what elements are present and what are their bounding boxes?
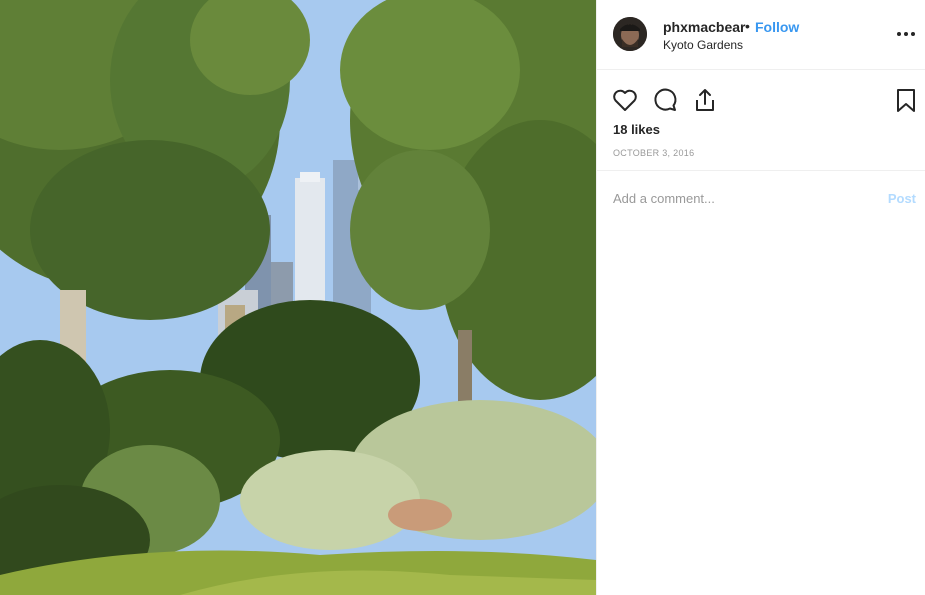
comment-icon[interactable] (651, 86, 679, 114)
username-link[interactable]: phxmacbear (663, 19, 745, 35)
post-details-panel: phxmacbear • Follow Kyoto Gardens 18 lik… (596, 0, 925, 595)
add-comment-section: Post (597, 170, 925, 226)
avatar[interactable] (613, 17, 647, 51)
bookmark-icon[interactable] (892, 86, 920, 114)
separator-dot: • (745, 18, 750, 34)
location-link[interactable]: Kyoto Gardens (663, 38, 743, 52)
post-header: phxmacbear • Follow Kyoto Gardens (597, 0, 925, 70)
heart-icon[interactable] (611, 86, 639, 114)
post-photo[interactable] (0, 0, 596, 595)
comment-input[interactable] (613, 187, 863, 209)
more-options-icon[interactable] (894, 24, 918, 44)
share-icon[interactable] (691, 86, 719, 114)
likes-count[interactable]: 18 likes (613, 122, 660, 137)
post-date[interactable]: OCTOBER 3, 2016 (613, 148, 694, 158)
post-comment-button[interactable]: Post (888, 191, 916, 206)
follow-button[interactable]: Follow (755, 19, 799, 35)
photo-image (0, 0, 596, 595)
action-bar (597, 76, 925, 124)
